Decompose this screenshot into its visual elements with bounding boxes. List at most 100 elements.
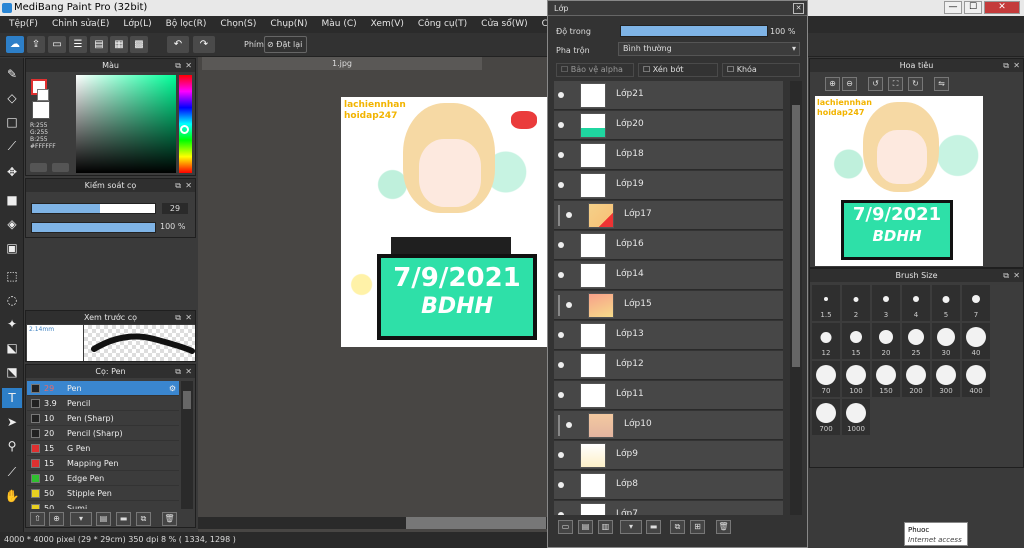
popout-icon[interactable]: ⧉ [175,179,181,192]
protect-alpha-checkbox[interactable]: ☐ Bảo vệ alpha [556,63,634,77]
visibility-eye-icon[interactable] [558,242,564,248]
close-icon[interactable]: ✕ [185,179,192,192]
material-icon[interactable]: ☰ [69,36,87,53]
visibility-eye-icon[interactable] [566,302,572,308]
layer-row[interactable]: Lớp13 [554,321,783,350]
popout-icon[interactable]: ⧉ [175,59,181,72]
brush-size-cell[interactable]: 1.5 [812,285,840,321]
select-eraser-tool-icon[interactable]: ⬔ [2,362,22,382]
brush-list-item[interactable]: 50 Sumi [27,501,179,509]
flip-icon[interactable]: ⇋ [934,77,949,91]
layer-list-scrollbar[interactable] [790,81,802,515]
brush-size-cell[interactable]: 400 [962,361,990,397]
visibility-eye-icon[interactable] [558,272,564,278]
hand-tool-icon[interactable]: ✋ [2,486,22,506]
layer-row[interactable]: Lớp14 [554,261,783,290]
close-icon[interactable]: ✕ [1013,269,1020,282]
brush-size-cell[interactable]: 300 [932,361,960,397]
eraser-tool-icon[interactable]: ◇ [2,88,22,108]
layer-row[interactable]: Lớp19 [554,171,783,200]
layer-folder-icon[interactable]: ▬ [646,520,661,534]
grid-icon[interactable]: ▦ [110,36,128,53]
brush-size-cell[interactable]: 20 [872,323,900,359]
visibility-eye-icon[interactable] [558,152,564,158]
gradient-tool-icon[interactable]: ▣ [2,238,22,258]
layer-row[interactable]: Lớp17 [554,201,783,230]
fit-icon[interactable]: ⛶ [888,77,903,91]
visibility-eye-icon[interactable] [558,182,564,188]
zoom-out-icon[interactable]: ⊖ [842,77,857,91]
menu-item[interactable]: Tệp(F) [2,16,45,33]
popout-icon[interactable]: ⧉ [1003,59,1009,72]
brush-size-cell[interactable]: 3 [872,285,900,321]
popout-icon[interactable]: ⧉ [1003,269,1009,282]
magic-wand-tool-icon[interactable]: ✦ [2,314,22,334]
brush-list-item[interactable]: 15 Mapping Pen [27,456,179,471]
visibility-eye-icon[interactable] [558,452,564,458]
brush-size-cell[interactable]: 30 [932,323,960,359]
close-icon[interactable]: ✕ [185,365,192,378]
brush-size-value[interactable]: 29 [162,203,188,214]
comment-icon[interactable]: ▭ [48,36,66,53]
menu-item[interactable]: Bộ lọc(R) [159,16,214,33]
bucket-tool-icon[interactable]: ◈ [2,214,22,234]
brush-size-cell[interactable]: 1000 [842,399,870,435]
layer-row[interactable]: Lớp7 [554,501,783,515]
brush-opacity-slider[interactable] [31,222,156,233]
undo-button[interactable]: ↶ [167,36,189,53]
select-tool-icon[interactable]: ⬚ [2,266,22,286]
visibility-eye-icon[interactable] [558,482,564,488]
fill-rect-tool-icon[interactable]: ■ [2,190,22,210]
gear-icon[interactable]: ⚙ [169,381,176,396]
color-swap-button[interactable] [52,163,69,172]
navigator-preview[interactable]: lachiennhan hoidap247 7/9/2021 BDHH [815,96,983,266]
add-brush-menu-icon[interactable]: ▾ [70,512,92,526]
move-tool-icon[interactable]: ✥ [2,162,22,182]
brush-list-item[interactable]: 20 Pencil (Sharp) [27,426,179,441]
layer-row[interactable]: Lớp11 [554,381,783,410]
new-layer-icon[interactable]: ▭ [558,520,573,534]
new-halftone-layer-icon[interactable]: ▤ [578,520,593,534]
layer-row[interactable]: Lớp12 [554,351,783,380]
export-icon[interactable]: ⇪ [27,36,45,53]
transparent-color-swatch[interactable] [32,101,50,119]
rotate-left-icon[interactable]: ↺ [868,77,883,91]
minimize-button[interactable]: — [944,1,962,14]
cloud-icon[interactable]: ☁ [6,36,24,53]
menu-item[interactable]: Công cụ(T) [411,16,474,33]
brush-list-item[interactable]: 29 Pen ⚙ [27,381,179,396]
menu-item[interactable]: Chỉnh sửa(E) [45,16,116,33]
brush-size-cell[interactable]: 15 [842,323,870,359]
layer-close-icon[interactable]: ✕ [793,3,804,14]
close-icon[interactable]: ✕ [1013,59,1020,72]
add-brush-icon[interactable]: ⊕ [49,512,64,526]
trash-icon[interactable]: 🗑 [162,512,177,526]
color-saturation-picker[interactable] [76,75,176,173]
lasso-tool-icon[interactable]: ◌ [2,290,22,310]
divide-tool-icon[interactable]: ⟋ [2,462,22,482]
layer-row[interactable]: Lớp20 [554,111,783,140]
menu-item[interactable]: Chọn(S) [213,16,263,33]
brush-size-cell[interactable]: 70 [812,361,840,397]
shape-tool-icon[interactable]: □ [2,112,22,132]
layer-opacity-slider[interactable] [620,25,768,37]
scrollbar-thumb[interactable] [183,391,191,409]
layer-row[interactable]: Lớp18 [554,141,783,170]
layout-icon[interactable]: ▩ [130,36,148,53]
visibility-eye-icon[interactable] [566,422,572,428]
maximize-button[interactable]: ☐ [964,1,982,14]
brush-tool-icon[interactable]: ✎ [2,64,22,84]
merge-layer-icon[interactable]: ⊞ [690,520,705,534]
brush-list-item[interactable]: 50 Stipple Pen [27,486,179,501]
text-tool-icon[interactable]: T [2,388,22,408]
menu-item[interactable]: Chụp(N) [263,16,314,33]
background-color-swatch[interactable] [37,89,49,101]
rotate-right-icon[interactable]: ↻ [908,77,923,91]
brush-list-scrollbar[interactable] [181,381,193,509]
brush-size-cell[interactable]: 2 [842,285,870,321]
lock-checkbox[interactable]: ☐ Khóa [722,63,800,77]
duplicate-layer-icon[interactable]: ⧉ [670,520,685,534]
hue-handle[interactable] [180,125,189,134]
brush-size-cell[interactable]: 4 [902,285,930,321]
popout-icon[interactable]: ⧉ [175,311,181,324]
